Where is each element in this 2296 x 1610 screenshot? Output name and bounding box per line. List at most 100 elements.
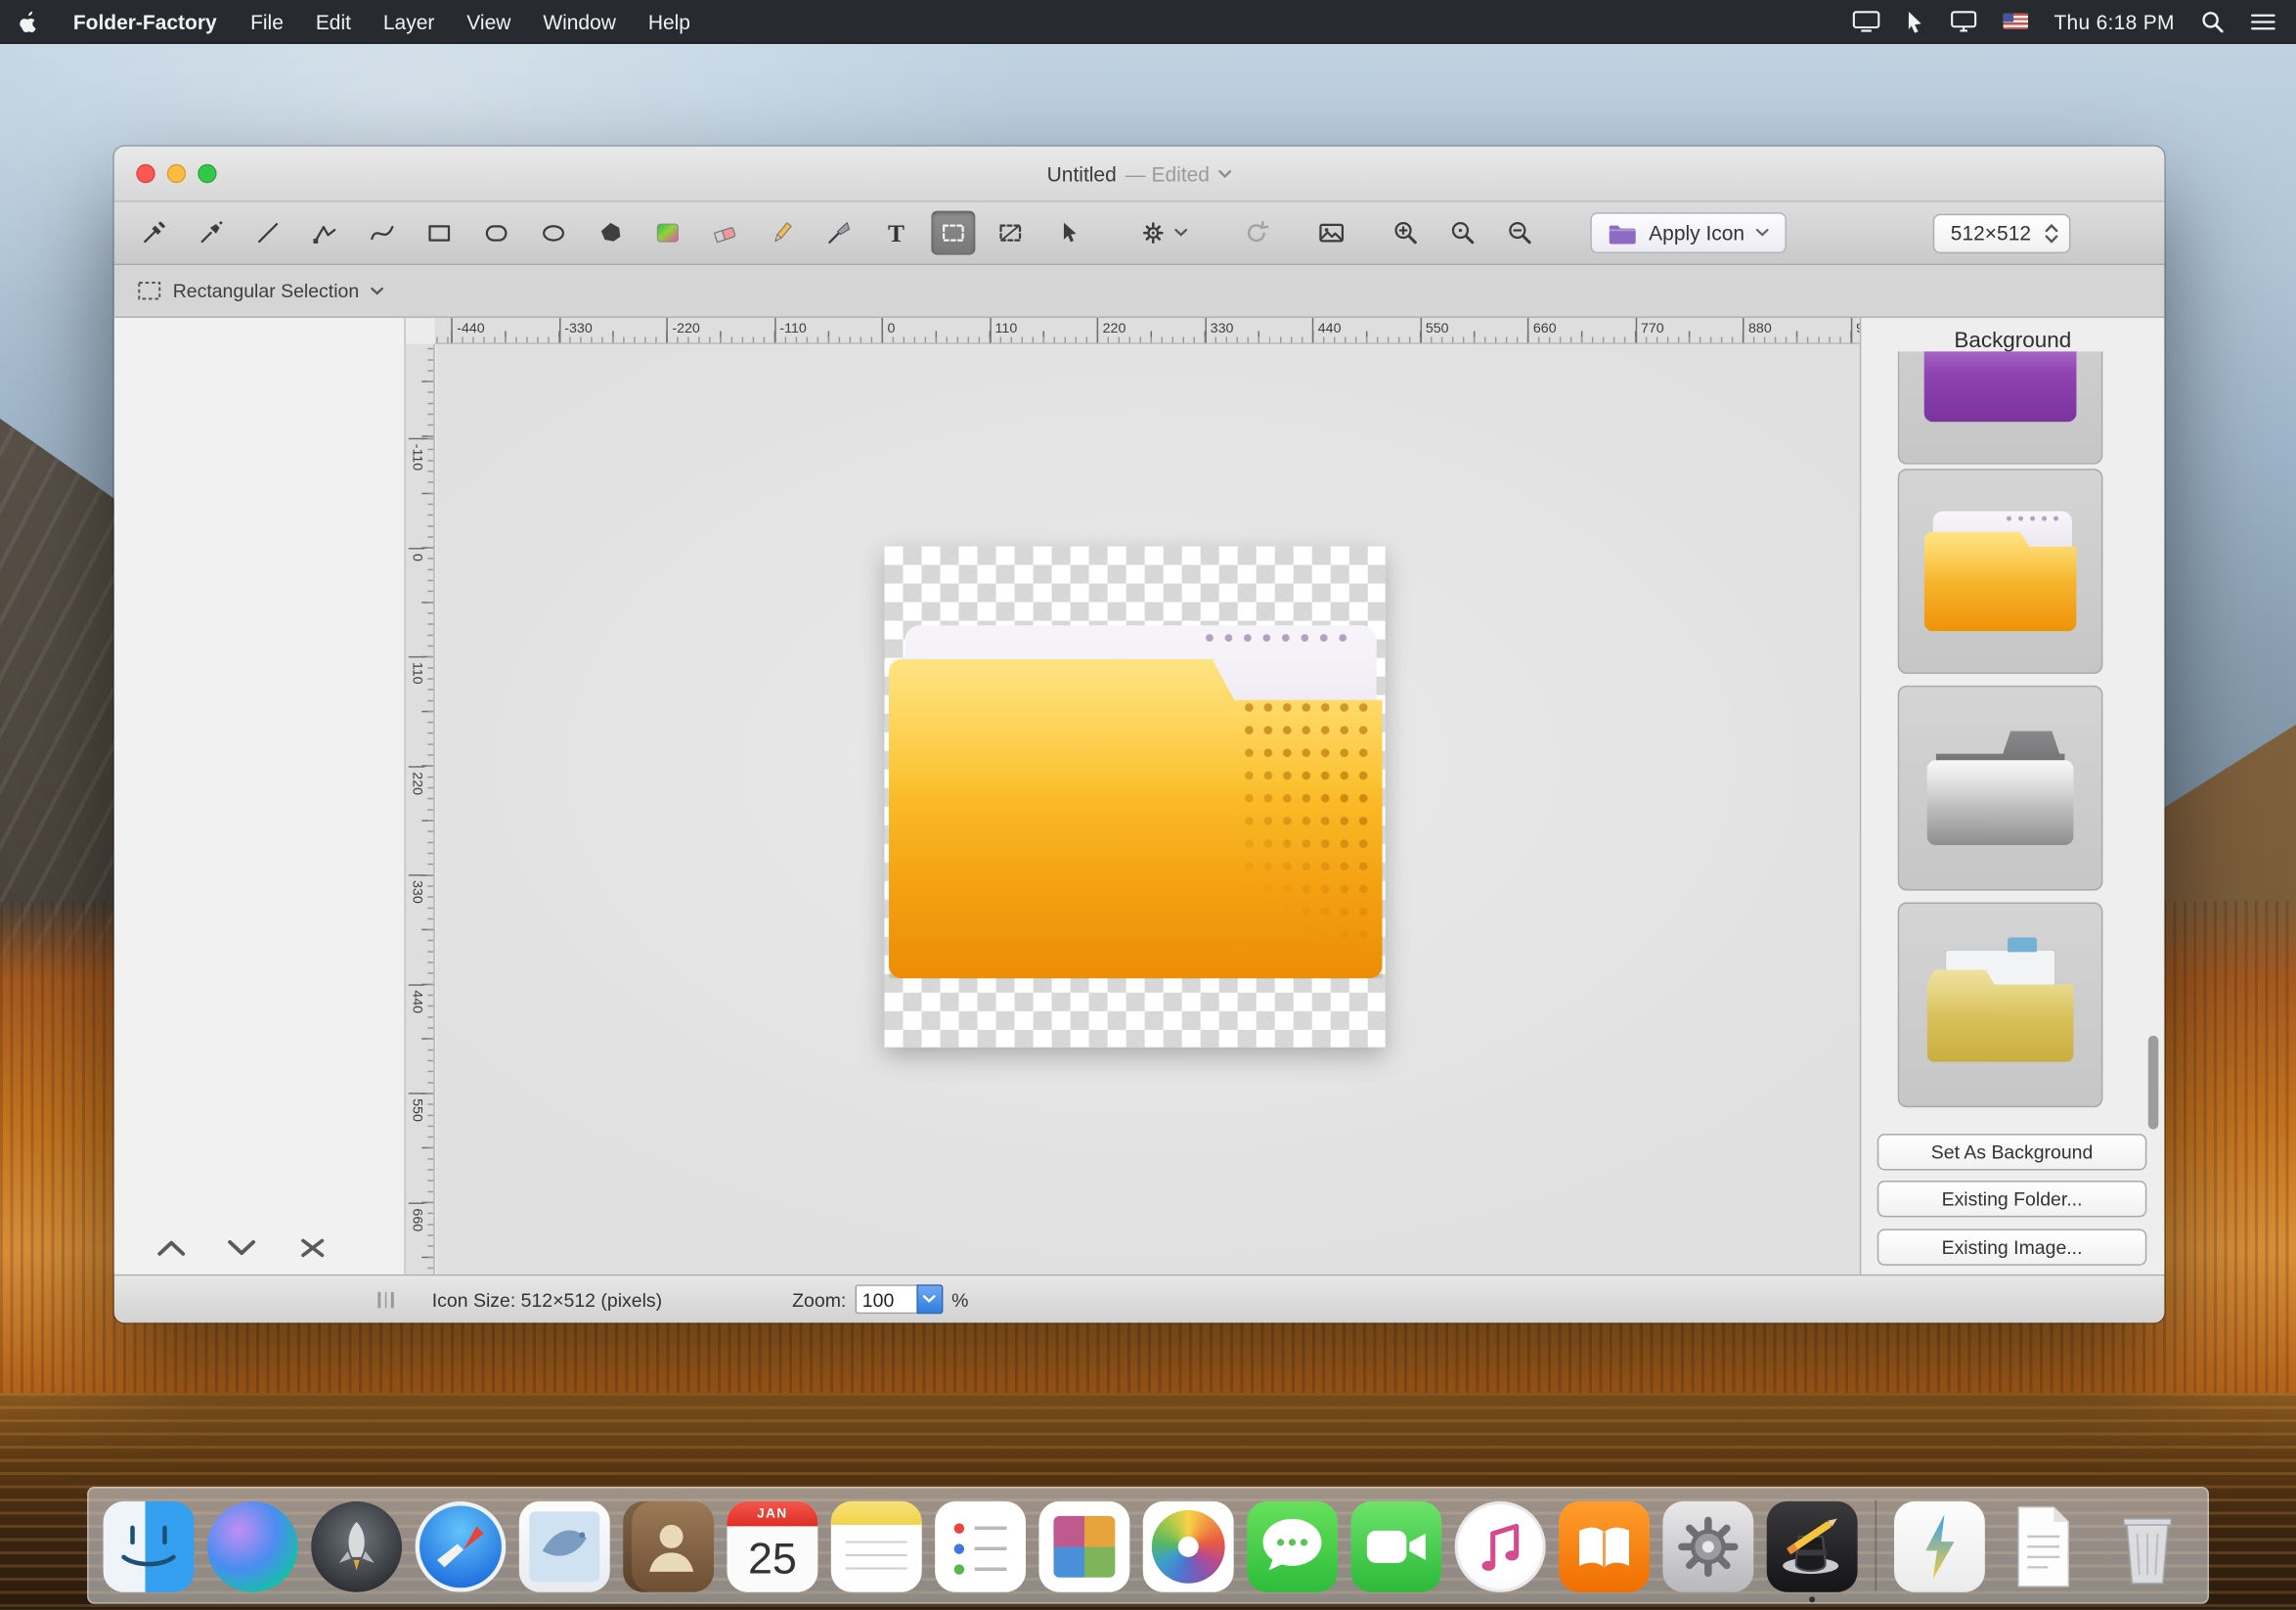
- ellipse-tool[interactable]: [532, 211, 576, 255]
- curve-tool[interactable]: [360, 211, 404, 255]
- percent-sign: %: [951, 1288, 968, 1310]
- menu-item[interactable]: Window: [527, 10, 633, 33]
- toolbar: T: [114, 202, 2165, 265]
- zoom-control: Zoom: %: [792, 1284, 968, 1314]
- chevron-down-icon[interactable]: [371, 287, 383, 295]
- icon-size-status: Icon Size: 512×512 (pixels): [432, 1289, 662, 1311]
- desktop: Folder-Factory FileEditLayerViewWindowHe…: [0, 0, 2296, 1610]
- apply-icon-button[interactable]: Apply Icon: [1590, 212, 1787, 253]
- document-title: Untitled: [1047, 161, 1117, 185]
- text-tool[interactable]: T: [874, 211, 918, 255]
- ruler-tick-label: 440: [409, 984, 424, 1013]
- panel-resize-grip[interactable]: [377, 1292, 393, 1308]
- pencil-tool[interactable]: [760, 211, 804, 255]
- zoom-out-button[interactable]: [1498, 211, 1542, 255]
- rounded-rectangle-tool[interactable]: [474, 211, 518, 255]
- rotate-button[interactable]: [1234, 211, 1278, 255]
- spotlight-search-icon[interactable]: [2201, 10, 2225, 33]
- brush-tool[interactable]: [189, 211, 233, 255]
- thumbnail-yellow-folder[interactable]: [1898, 469, 2103, 674]
- tool-options-button[interactable]: [1132, 212, 1195, 253]
- siri-dock-icon[interactable]: [207, 1501, 298, 1592]
- photo-library-dock-icon[interactable]: [1038, 1501, 1129, 1592]
- menu-item[interactable]: Help: [632, 10, 706, 33]
- photos-dock-icon[interactable]: [1143, 1501, 1234, 1592]
- ruler-tick-label: 660: [409, 1202, 424, 1231]
- menu-item[interactable]: Edit: [299, 10, 367, 33]
- eraser-tool[interactable]: [703, 211, 747, 255]
- knife-tool[interactable]: [817, 211, 861, 255]
- apply-icon-label: Apply Icon: [1649, 221, 1744, 245]
- folder-factory-dock-icon[interactable]: [1767, 1501, 1858, 1592]
- messages-dock-icon[interactable]: [1247, 1501, 1338, 1592]
- eyedropper-tool[interactable]: [132, 211, 176, 255]
- status-bar: Icon Size: 512×512 (pixels) Zoom: %: [114, 1275, 2165, 1322]
- export-image-button[interactable]: [1309, 211, 1353, 255]
- lightning-app-dock-icon[interactable]: [1894, 1501, 1985, 1592]
- set-as-background-button[interactable]: Set As Background: [1877, 1134, 2147, 1170]
- ruler-tick-label: 0: [409, 548, 424, 561]
- title-bar[interactable]: Untitled — Edited: [114, 147, 2165, 202]
- safari-dock-icon[interactable]: [416, 1501, 507, 1592]
- screen-mirroring-icon[interactable]: [1852, 10, 1879, 31]
- icon-artwork[interactable]: [884, 547, 1385, 1048]
- system-preferences-dock-icon[interactable]: [1662, 1501, 1753, 1592]
- canvas[interactable]: [436, 344, 1860, 1275]
- launchpad-dock-icon[interactable]: [311, 1501, 402, 1592]
- masked-selection-tool[interactable]: [989, 211, 1033, 255]
- contacts-dock-icon[interactable]: [623, 1501, 714, 1592]
- ruler-tick-label: 110: [990, 318, 1097, 342]
- color-gradient-swatch[interactable]: [645, 211, 689, 255]
- calendar-day: 25: [728, 1526, 818, 1591]
- menu-item[interactable]: Layer: [367, 10, 450, 33]
- rectangle-tool[interactable]: [418, 211, 462, 255]
- zoom-dropdown-button[interactable]: [916, 1284, 943, 1314]
- polygon-tool[interactable]: [589, 211, 633, 255]
- menu-bar-left: Folder-Factory FileEditLayerViewWindowHe…: [0, 0, 706, 42]
- existing-image-button[interactable]: Existing Image...: [1877, 1229, 2147, 1265]
- existing-folder-button[interactable]: Existing Folder...: [1877, 1181, 2147, 1217]
- polyline-tool[interactable]: [303, 211, 347, 255]
- layer-move-down-button[interactable]: [223, 1233, 261, 1263]
- layer-delete-button[interactable]: [293, 1233, 331, 1263]
- zoom-in-button[interactable]: [1384, 211, 1428, 255]
- itunes-dock-icon[interactable]: [1455, 1501, 1546, 1592]
- panel-scrollbar[interactable]: [2148, 1036, 2158, 1130]
- app-menu-title[interactable]: Folder-Factory: [56, 10, 235, 33]
- thumbnail-manila-folder[interactable]: [1898, 902, 2103, 1107]
- finder-dock-icon[interactable]: [104, 1501, 195, 1592]
- apple-menu[interactable]: [0, 0, 56, 42]
- title-proxy-chevron-icon[interactable]: [1218, 169, 1231, 178]
- thumbnail-gray-folder[interactable]: [1898, 686, 2103, 891]
- menu-item[interactable]: File: [235, 10, 300, 33]
- icon-size-stepper[interactable]: 512×512: [1933, 213, 2071, 252]
- trash-dock-icon[interactable]: [2102, 1501, 2193, 1592]
- zoom-input[interactable]: [855, 1284, 916, 1314]
- move-tool[interactable]: [1045, 211, 1089, 255]
- purple-folder-icon: [1608, 222, 1637, 244]
- pointer-device-icon[interactable]: [1906, 10, 1923, 33]
- layers-panel[interactable]: [114, 318, 406, 1275]
- mail-dock-icon[interactable]: [519, 1501, 610, 1592]
- menu-item[interactable]: View: [451, 10, 527, 33]
- line-tool[interactable]: [246, 211, 290, 255]
- close-button[interactable]: [136, 164, 155, 183]
- notification-center-icon[interactable]: [2251, 13, 2275, 30]
- display-icon[interactable]: [1950, 10, 1976, 31]
- zoom-window-button[interactable]: [198, 164, 216, 183]
- rectangular-selection-tool[interactable]: [931, 211, 975, 255]
- minimize-button[interactable]: [167, 164, 186, 183]
- layer-move-up-button[interactable]: [153, 1233, 191, 1263]
- thumbnail-purple-folder[interactable]: [1898, 351, 2103, 464]
- us-flag-input-source-icon[interactable]: [2003, 13, 2027, 28]
- menu-bar-clock[interactable]: Thu 6:18 PM: [2053, 10, 2174, 33]
- document-dock-icon[interactable]: [1998, 1501, 2089, 1592]
- ruler-tick-label: 330: [1205, 318, 1312, 342]
- ibooks-dock-icon[interactable]: [1559, 1501, 1650, 1592]
- facetime-dock-icon[interactable]: [1350, 1501, 1441, 1592]
- thumbnail-tile: [1898, 351, 2103, 464]
- reminders-dock-icon[interactable]: [935, 1501, 1026, 1592]
- zoom-actual-size-button[interactable]: [1441, 211, 1485, 255]
- calendar-dock-icon[interactable]: JAN 25: [728, 1501, 818, 1592]
- notes-dock-icon[interactable]: [831, 1501, 922, 1592]
